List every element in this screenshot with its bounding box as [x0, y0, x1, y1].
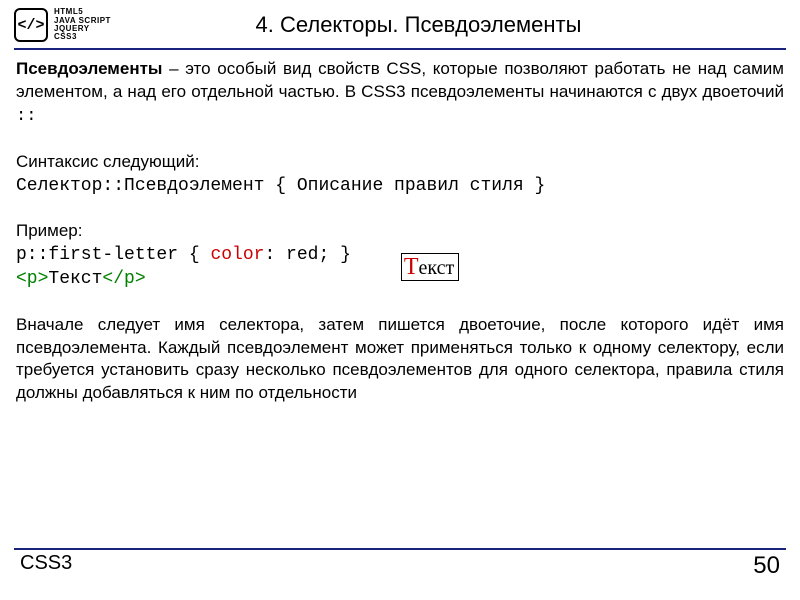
example-code-column: p::first-letter { color: red; } <p>Текст…	[16, 243, 351, 292]
term: Псевдоэлементы	[16, 59, 162, 78]
example-css: p::first-letter { color: red; }	[16, 243, 351, 267]
logo-line: CSS3	[54, 33, 111, 41]
slide-title: 4. Селекторы. Псевдоэлементы	[111, 12, 786, 38]
example-label: Пример:	[16, 220, 784, 243]
footer-label: CSS3	[20, 552, 72, 580]
double-colon-symbol: ::	[16, 107, 36, 126]
intro-paragraph: Псевдоэлементы – это особый вид свойств …	[16, 58, 784, 129]
logo-text: HTML5 JAVA SCRIPT JQUERY CSS3	[54, 8, 111, 42]
example-html: <p>Текст</p>	[16, 267, 351, 291]
syntax-label: Синтаксис следующий:	[16, 151, 784, 174]
logo: </> HTML5 JAVA SCRIPT JQUERY CSS3	[14, 8, 111, 42]
first-letter: Т	[404, 254, 419, 280]
slide-header: </> HTML5 JAVA SCRIPT JQUERY CSS3 4. Сел…	[0, 0, 800, 46]
syntax-block: Синтаксис следующий: Селектор::Псевдоэле…	[16, 151, 784, 198]
description-paragraph: Вначале следует имя селектора, затем пиш…	[16, 314, 784, 406]
logo-code-icon: </>	[14, 8, 48, 42]
slide-content: Псевдоэлементы – это особый вид свойств …	[0, 50, 800, 405]
tag-open: <p>	[16, 269, 48, 289]
code-prefix: p::first-letter {	[16, 245, 210, 265]
tag-close: </p>	[102, 269, 145, 289]
tag-text: Текст	[48, 269, 102, 289]
page-number: 50	[753, 552, 780, 580]
rest-text: екст	[419, 257, 455, 279]
rendered-output: Текст	[401, 253, 459, 281]
divider-bottom	[14, 548, 786, 550]
slide-footer: CSS3 50	[14, 548, 786, 580]
example-block: Пример: p::first-letter { color: red; } …	[16, 220, 784, 292]
syntax-code: Селектор::Псевдоэлемент { Описание прави…	[16, 174, 784, 198]
code-suffix: : red; }	[264, 245, 350, 265]
code-property: color	[210, 245, 264, 265]
